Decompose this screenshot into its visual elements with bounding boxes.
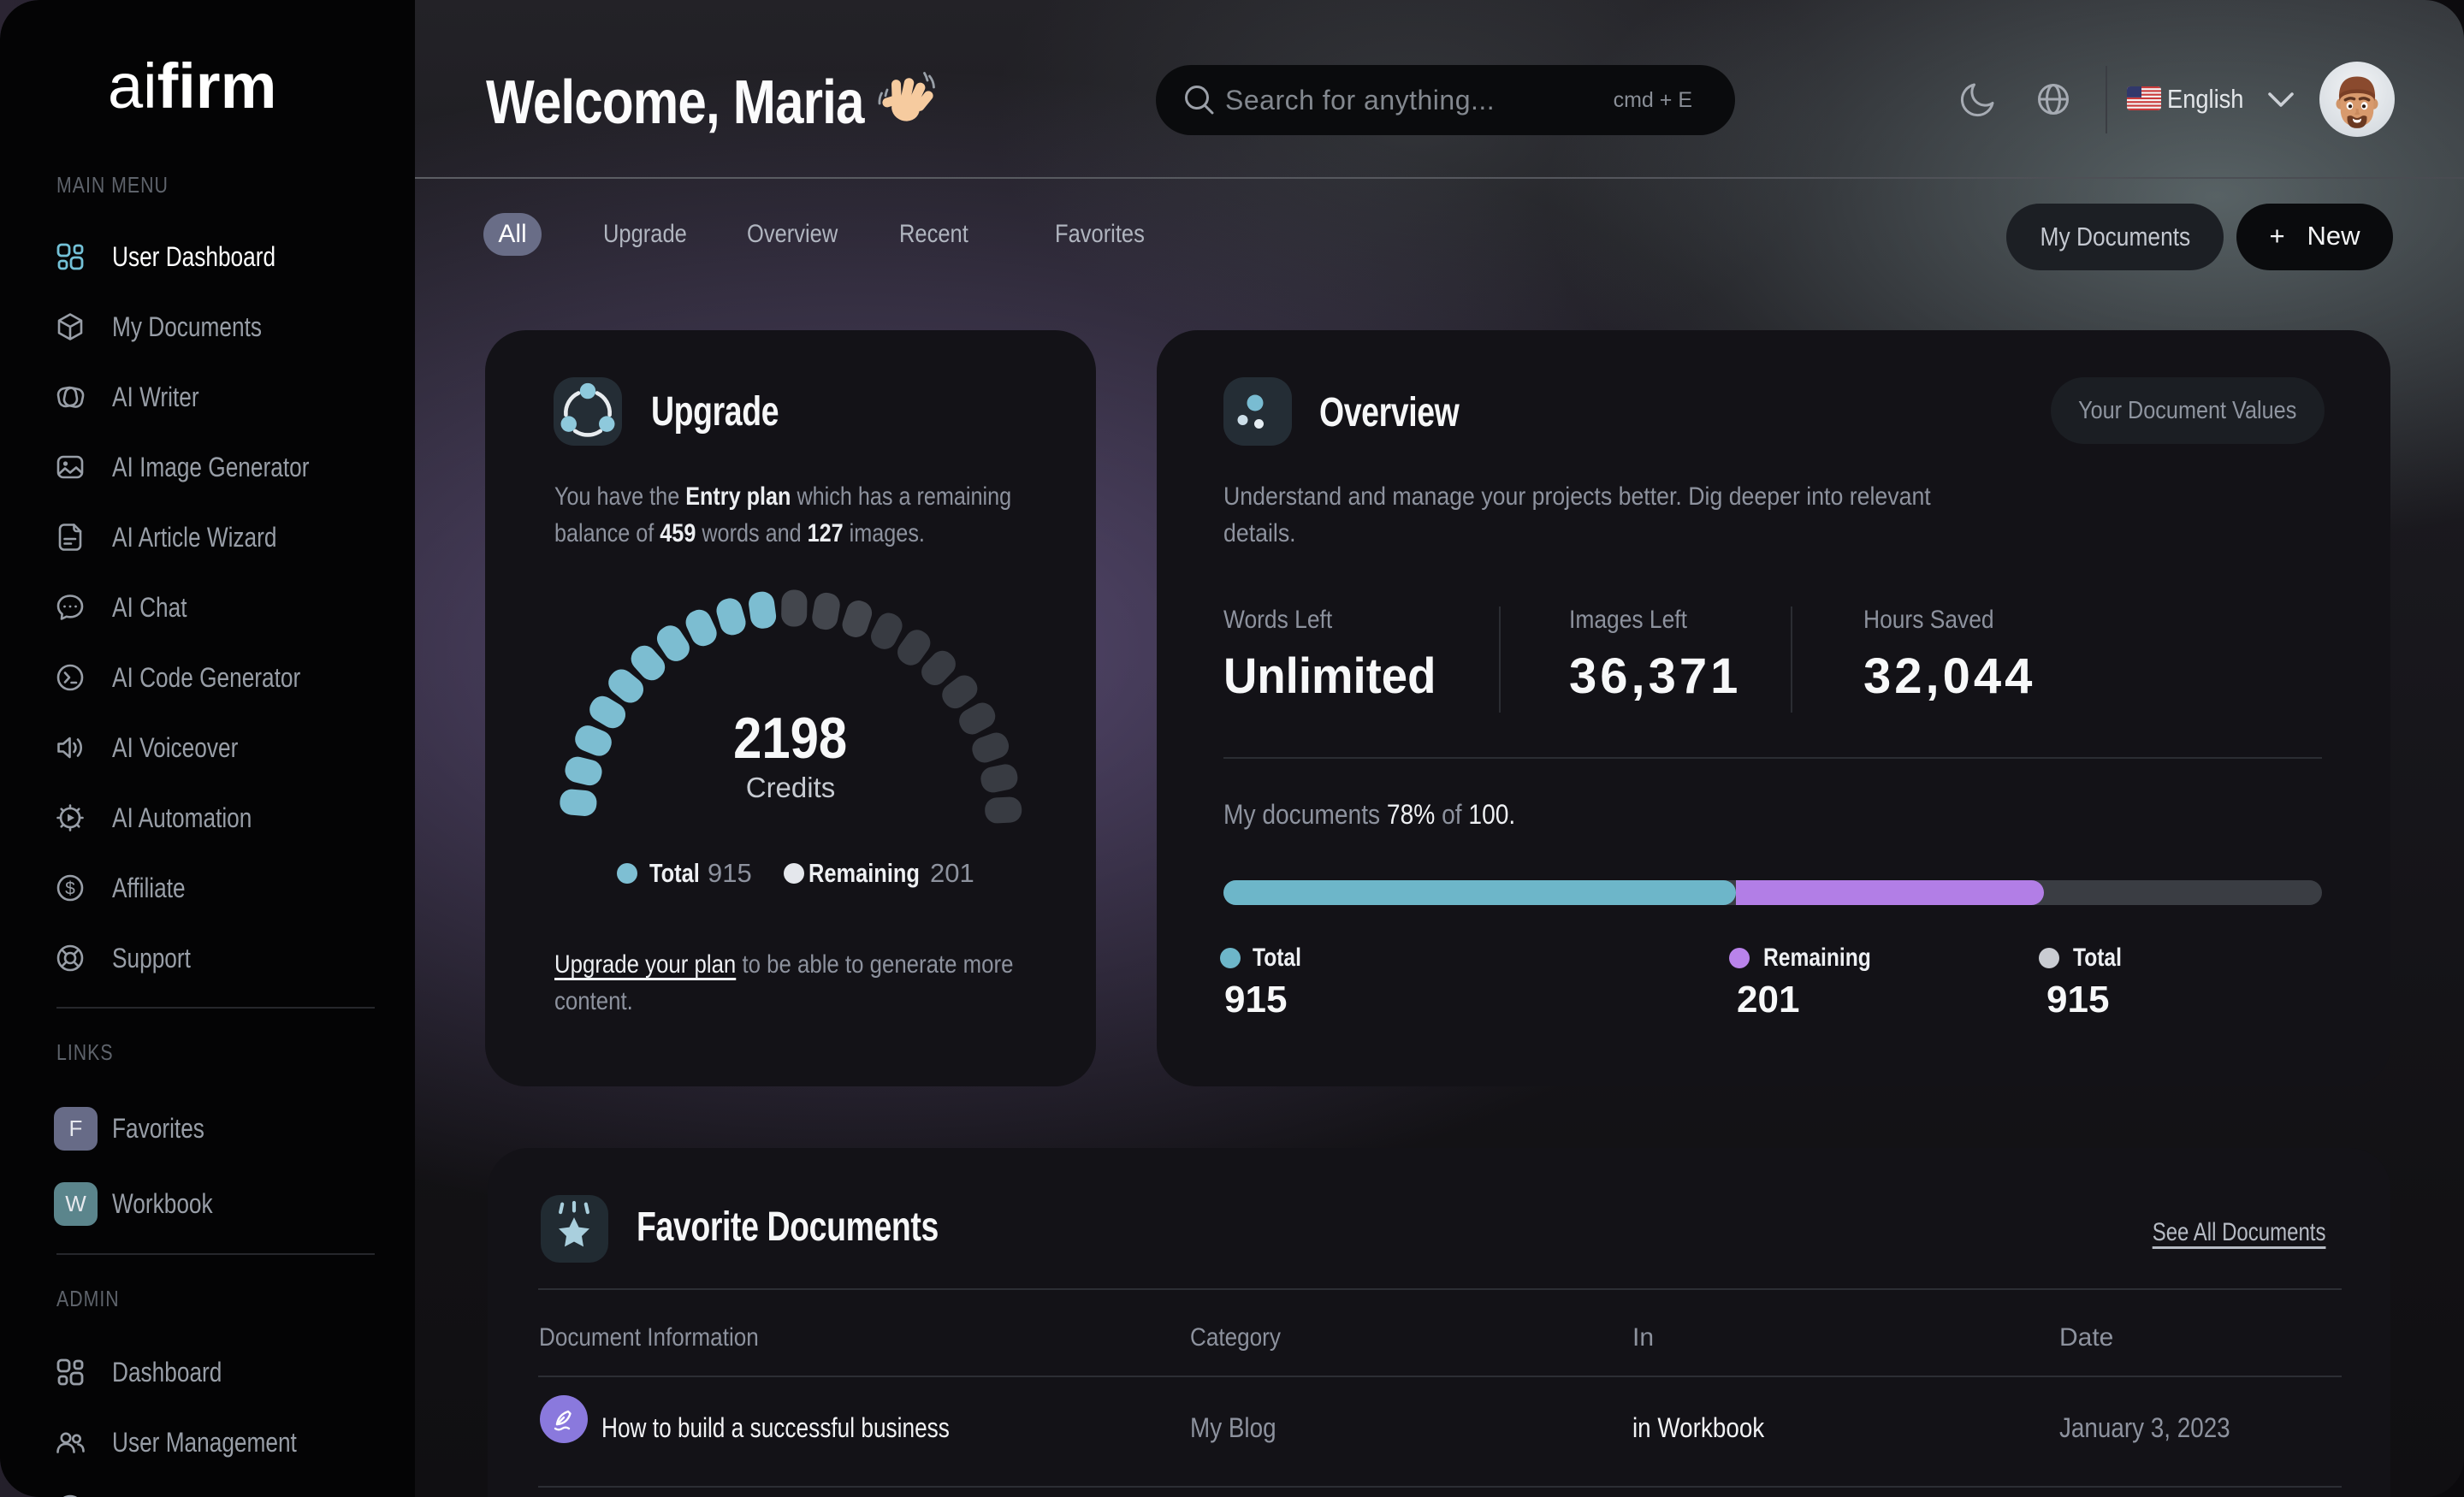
svg-text:$: $ — [65, 879, 75, 899]
